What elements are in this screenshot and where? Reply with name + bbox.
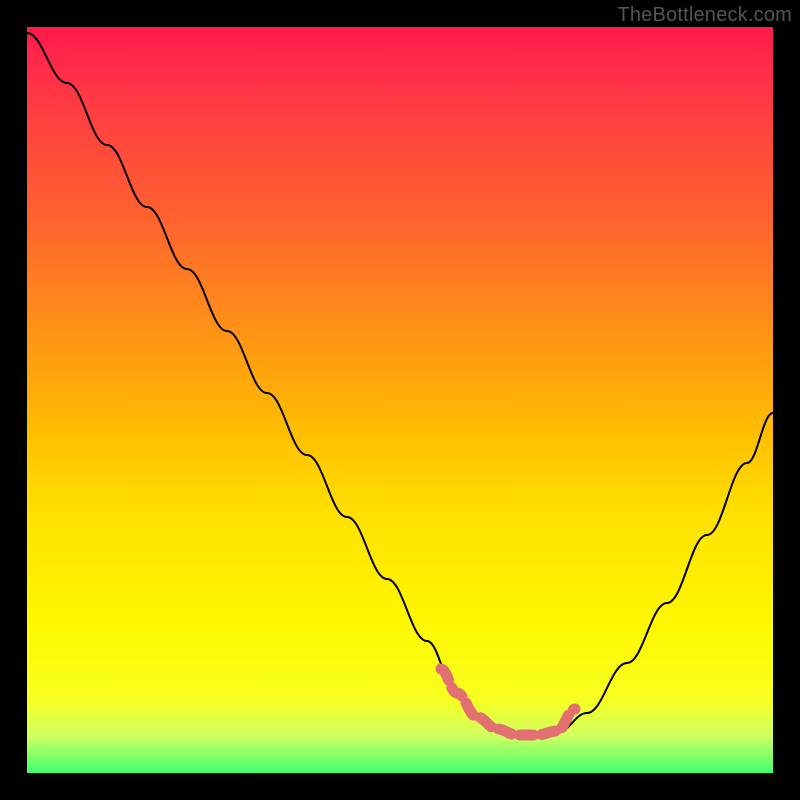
watermark-text: TheBottleneck.com: [617, 4, 792, 27]
chart-area: [27, 27, 773, 773]
curve-svg: [27, 27, 773, 773]
bottleneck-curve: [27, 33, 773, 737]
highlight-band: [441, 669, 575, 735]
